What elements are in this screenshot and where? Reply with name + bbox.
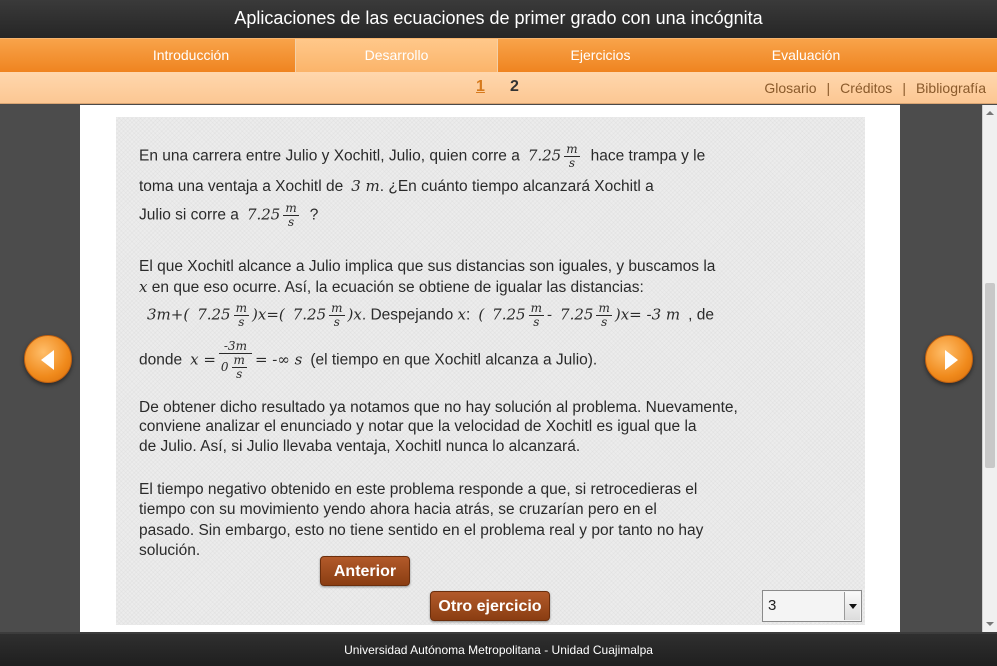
previous-page-arrow-icon[interactable] — [24, 335, 72, 383]
distance-value: 3 m — [351, 177, 380, 195]
unit-fraction: ms — [564, 142, 580, 170]
conclusion-line-2: tiempo con su movimiento yendo ahora hac… — [139, 501, 657, 518]
page-2-current: 2 — [510, 78, 519, 95]
fraction-denominator: 0ms — [219, 354, 252, 381]
footer: Universidad Autónoma Metropolitana - Uni… — [0, 632, 997, 666]
result-line: donde x = -3m 0 m s = -∞ s (el tiempo en que Xo… — [139, 340, 597, 381]
sub-toolbar: 1 2 Glosario | Créditos | Bibliografía — [0, 72, 997, 104]
text-segment: ? — [309, 206, 319, 224]
fraction-numerator: m — [283, 201, 299, 216]
fraction-numerator: m — [596, 301, 612, 316]
analysis-line-3: de Julio. Así, si Julio llevaba ventaja,… — [139, 438, 581, 455]
next-page-arrow-icon[interactable] — [925, 335, 973, 383]
fraction-denominator: s — [568, 156, 575, 170]
unit-fraction: ms — [283, 201, 299, 229]
speed-value: 7.25 — [197, 305, 231, 324]
equation-op: - — [546, 305, 553, 324]
equation-op: +( — [170, 305, 190, 324]
glosario-link[interactable]: Glosario — [764, 80, 816, 96]
exercise-select[interactable]: 3 — [762, 590, 862, 622]
text-segment: (el tiempo en que Xochitl alcanza a Juli… — [310, 351, 598, 369]
tab-desarrollo[interactable]: Desarrollo — [295, 39, 498, 72]
text-segment: . ¿En cuánto tiempo alcanzará Xochitl a — [379, 178, 654, 195]
conclusion-line-3: pasado. Sin embargo, esto no tiene senti… — [139, 522, 704, 539]
text-segment: : — [466, 306, 471, 324]
equation-term: x = — [190, 350, 216, 369]
analysis-line-1: De obtener dicho resultado ya notamos qu… — [139, 399, 738, 416]
fraction-denominator: s — [333, 315, 340, 329]
unit-fraction: ms — [528, 301, 544, 329]
text-segment: en que eso ocurre. Así, la ecuación se o… — [147, 279, 644, 296]
app-title: Aplicaciones de las ecuaciones de primer… — [0, 0, 997, 38]
chevron-down-icon[interactable] — [844, 592, 860, 620]
speed-value: 7.25 — [292, 305, 327, 324]
problem-line-2: toma una ventaja a Xochitl de 3 m. ¿En cu… — [139, 176, 654, 197]
fraction-numerator: m — [528, 301, 544, 316]
variable-x: x — [353, 305, 362, 324]
solution-line-1: El que Xochitl alcance a Julio implica q… — [139, 258, 716, 275]
variable-x: x — [620, 305, 630, 324]
creditos-link[interactable]: Créditos — [840, 80, 892, 96]
unit-fraction: ms — [231, 353, 247, 381]
fraction-denominator: s — [238, 315, 245, 329]
page-1-link[interactable]: 1 — [476, 78, 485, 96]
select-value: 3 — [768, 597, 777, 614]
variable-x: x — [457, 305, 466, 324]
equation-term: 3m — [147, 305, 171, 324]
speed-value: 7.25 — [560, 305, 594, 324]
link-separator: | — [826, 80, 831, 96]
text-segment: , de — [688, 306, 714, 324]
link-separator: | — [902, 80, 906, 96]
scroll-down-icon[interactable] — [983, 616, 997, 632]
speed-value: 7.25 — [246, 205, 281, 224]
problem-line-1: En una carrera entre Julio y Xochitl, Ju… — [139, 143, 705, 170]
text-segment: En una carrera entre Julio y Xochitl, Ju… — [139, 147, 520, 165]
fraction-numerator: -3m — [218, 340, 252, 354]
scrollbar-thumb[interactable] — [985, 283, 995, 468]
speed-value: 7.25 — [527, 146, 562, 165]
fraction-numerator: m — [564, 142, 580, 157]
denominator-zero: 0 — [220, 360, 229, 374]
equation-op: ( — [478, 305, 485, 324]
fraction-numerator: m — [231, 353, 247, 368]
text-segment: hace trampa y le — [590, 147, 706, 165]
equation-result: = -∞ s — [254, 350, 303, 369]
analysis-line-2: conviene analizar el enunciado y notar q… — [139, 418, 697, 435]
text-segment: . Despejando — [361, 306, 458, 324]
bibliografia-link[interactable]: Bibliografía — [916, 80, 986, 96]
fraction-denominator: s — [236, 367, 243, 381]
problem-line-3: Julio si corre a 7.25 m s? — [139, 202, 318, 229]
result-fraction: -3m 0 m s — [218, 340, 252, 381]
anterior-button[interactable]: Anterior — [320, 556, 410, 586]
equation-line: 3m+(7.25 m s)x=(7.25 m s)x. Despejando x:(7.… — [147, 302, 714, 329]
main-nav: Introducción Desarrollo Ejercicios Evalu… — [0, 38, 997, 72]
otro-ejercicio-button[interactable]: Otro ejercicio — [430, 591, 550, 621]
fraction-denominator: s — [601, 315, 608, 329]
text-segment: Julio si corre a — [139, 206, 239, 224]
vertical-scrollbar[interactable] — [982, 105, 997, 632]
unit-fraction: ms — [329, 301, 345, 329]
conclusion-line-1: El tiempo negativo obtenido en este prob… — [139, 481, 698, 498]
unit-fraction: ms — [233, 301, 249, 329]
text-segment: toma una ventaja a Xochitl de — [139, 178, 344, 195]
unit-fraction: ms — [596, 301, 612, 329]
tab-ejercicios[interactable]: Ejercicios — [499, 39, 702, 72]
fraction-denominator: s — [287, 215, 295, 229]
scroll-up-icon[interactable] — [983, 105, 997, 121]
text-segment: donde — [139, 351, 183, 369]
resource-links: Glosario | Créditos | Bibliografía — [764, 80, 986, 96]
equation-result: = -3 m — [629, 305, 681, 324]
equation-op: =( — [266, 305, 285, 324]
fraction-numerator: m — [233, 301, 249, 316]
fraction-numerator: m — [329, 301, 345, 316]
tab-evaluacion[interactable]: Evaluación — [703, 39, 909, 72]
tab-introduccion[interactable]: Introducción — [88, 39, 294, 72]
conclusion-line-4: solución. — [139, 542, 201, 559]
fraction-denominator: s — [533, 315, 540, 329]
solution-line-2: x en que eso ocurre. Así, la ecuación se… — [139, 277, 644, 298]
speed-value: 7.25 — [492, 305, 526, 324]
